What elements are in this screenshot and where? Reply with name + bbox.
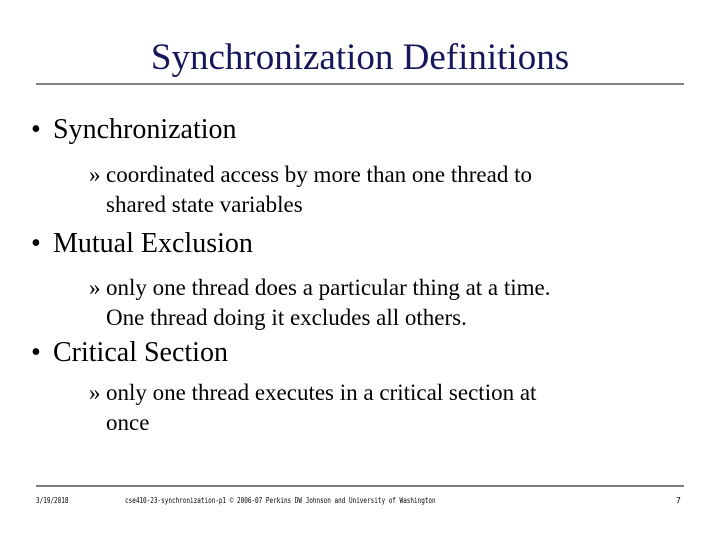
bullet-marker: • [31,228,41,259]
sub-bullet-marker: » [89,162,101,187]
sub-bullet-line: only one thread executes in a critical s… [106,380,537,405]
sub-bullet-line: only one thread does a particular thing … [106,275,551,300]
sub-bullet-text: coordinated access by more than one thre… [106,160,686,220]
bullet-text: Synchronization [53,114,237,145]
sub-bullet-text: only one thread executes in a critical s… [106,378,686,438]
title-divider [36,83,684,85]
sub-bullet-marker: » [89,275,101,300]
footer-date: 3/19/2018 [36,496,69,505]
slide-title: Synchronization Definitions [150,37,570,78]
sub-bullet-line: One thread doing it excludes all others. [106,305,467,330]
footer-course-info: cse410-23-synchronization-p1 © 2006-07 P… [125,496,436,505]
sub-bullet-line: shared state variables [106,192,303,217]
slide-number: 7 [676,496,681,505]
sub-bullet-text: only one thread does a particular thing … [106,273,686,333]
sub-bullet-line: once [106,410,150,435]
bullet-marker: • [31,114,41,145]
bullet-text: Critical Section [53,337,228,368]
bullet-marker: • [31,337,41,368]
sub-bullet-line: coordinated access by more than one thre… [106,162,532,187]
footer-divider [36,485,684,487]
bullet-text: Mutual Exclusion [53,228,253,259]
sub-bullet-marker: » [89,380,101,405]
